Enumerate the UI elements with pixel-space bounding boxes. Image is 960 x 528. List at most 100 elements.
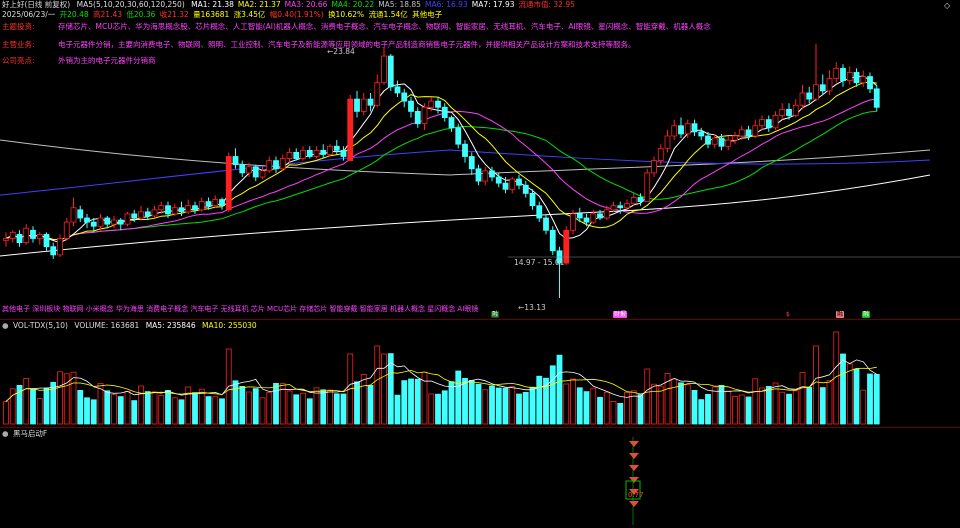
candle-body [583, 217, 590, 223]
candle-body [273, 160, 279, 170]
volume-bar [205, 396, 212, 425]
kline-chart[interactable] [0, 0, 960, 528]
candle-body [192, 205, 198, 211]
volume-bar [246, 391, 252, 425]
candle-body [610, 205, 617, 211]
quote-pct: 幅0.40(1.91%) [269, 10, 324, 19]
volume-bar [374, 345, 381, 425]
volume-bar [70, 371, 77, 425]
candle-body [401, 92, 408, 102]
candle-body [495, 176, 502, 184]
ma-formula[interactable]: MA5(5,10,20,30,60,120,250) [77, 0, 185, 9]
candle-body [833, 67, 840, 79]
volume-bar [455, 370, 462, 425]
candle-body [327, 145, 333, 155]
event-badge[interactable]: 财报 [613, 311, 628, 318]
concepts-ticker[interactable]: 其他电子 深圳板块 物联网 小米概念 华为海思 消费电子概念 汽车电子 无线耳机… [2, 304, 478, 314]
volume-bar [266, 392, 273, 425]
ma-value-8: 流通市值: 32.95 [518, 0, 575, 9]
info-business: 主营业务: 电子元器件分销，主要向消费电子、物联网、照明、工业控制、汽车电子及新能… [2, 40, 636, 50]
volume-bar [360, 373, 367, 425]
candle-body [293, 151, 300, 159]
candle-body [779, 108, 786, 116]
volume-bar [853, 368, 860, 425]
corner-diamond-icon[interactable]: ◇ [944, 1, 950, 10]
volume-bar [192, 392, 198, 425]
candle-body [111, 219, 117, 225]
indicator-marker [629, 441, 639, 447]
candle-body [732, 135, 738, 141]
volume-bar [300, 392, 306, 425]
candle-body [77, 209, 84, 219]
candle-body [421, 106, 428, 125]
quote-date: 2025/06/23/一 [2, 10, 56, 19]
candle-body [651, 160, 657, 174]
candle-body [482, 170, 489, 182]
volume-bar [340, 393, 347, 425]
candle-body [306, 149, 313, 157]
quote-industry: 其他电子 [412, 10, 443, 19]
indicator-header: ● 黑马启动F [0, 429, 51, 439]
candle-body [232, 156, 239, 166]
panel-divider [0, 319, 960, 320]
candle-body [360, 98, 367, 112]
volume-bar [151, 391, 158, 425]
volume-ma10: MA10: 255030 [202, 321, 257, 330]
candle-body [860, 76, 867, 84]
collapse-circle-icon[interactable]: ● [2, 321, 9, 330]
candle-body [63, 221, 70, 239]
candle-body [684, 123, 691, 135]
volume-bar [36, 398, 43, 425]
volume-bar [30, 388, 36, 425]
volume-bar [158, 395, 165, 425]
volume-bar [799, 372, 806, 425]
volume-bar [435, 393, 441, 425]
candle-body [617, 205, 624, 209]
volume-bar [583, 391, 590, 425]
candle-body [435, 100, 441, 108]
candle-body [867, 76, 873, 90]
indicator-value: 0.77 [628, 491, 644, 499]
volume-bar [765, 385, 772, 425]
event-badge[interactable]: 融 [836, 311, 845, 318]
event-badge[interactable]: 融 [862, 311, 871, 318]
candle-body [462, 143, 468, 157]
volume-ma5: MA5: 235846 [145, 321, 196, 330]
candle-body [624, 203, 630, 209]
info-theme-label: 主题投资: [2, 22, 35, 31]
event-badge[interactable]: 融 [491, 311, 500, 318]
candle-body [475, 168, 482, 182]
quote-volume: 量163681 [193, 10, 230, 19]
volume-bar [563, 383, 570, 425]
volume-bar [293, 394, 300, 425]
candle-body [354, 98, 360, 112]
candle-body [786, 108, 792, 116]
volume-title[interactable]: VOL-TDX(5,10) [13, 321, 68, 330]
indicator-marker [629, 465, 639, 471]
volume-bar [273, 382, 279, 425]
event-badge[interactable]: $ [785, 311, 791, 318]
volume-bar [394, 394, 401, 425]
candle-body [84, 217, 90, 223]
candle-body [819, 84, 826, 92]
stock-name[interactable]: 好上好(日线 前复权) [2, 0, 70, 9]
collapse-circle-icon[interactable]: ● [2, 429, 9, 438]
volume-bar [219, 398, 225, 425]
volume-bar [428, 393, 435, 425]
chart-header: 好上好(日线 前复权) MA5(5,10,20,30,60,120,250) M… [0, 0, 583, 10]
volume-bar [759, 387, 765, 425]
candle-body [212, 199, 219, 207]
candle-body [219, 199, 225, 207]
volume-bar [232, 380, 239, 425]
candle-body [529, 192, 536, 207]
candle-body [151, 209, 158, 217]
candle-body [806, 92, 813, 100]
candle-body [745, 129, 752, 137]
volume-bar [327, 389, 333, 425]
volume-bar [684, 384, 691, 425]
candle-body [90, 221, 97, 227]
candle-body [603, 209, 610, 219]
candle-body [165, 205, 171, 215]
candle-body [597, 213, 603, 219]
indicator-title[interactable]: 黑马启动F [13, 429, 47, 438]
